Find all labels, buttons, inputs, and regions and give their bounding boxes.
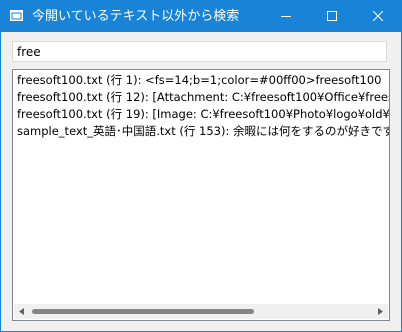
scroll-right-button[interactable]: [373, 304, 388, 319]
maximize-button[interactable]: [309, 1, 355, 32]
list-item[interactable]: freesoft100.txt (行 1): <fs=14;b=1;color=…: [17, 72, 389, 89]
title-bar[interactable]: 今開いているテキスト以外から検索: [1, 1, 401, 32]
minimize-button[interactable]: [263, 1, 309, 32]
close-button[interactable]: [355, 1, 401, 32]
scroll-left-icon: [19, 308, 24, 315]
results-list[interactable]: freesoft100.txt (行 1): <fs=14;b=1;color=…: [12, 69, 390, 321]
app-window-icon: [10, 10, 23, 21]
list-item[interactable]: sample_text_英語･中国語.txt (行 153): 余暇には何をする…: [17, 123, 389, 140]
scroll-left-button[interactable]: [14, 304, 29, 319]
list-item[interactable]: freesoft100.txt (行 12): [Attachment: C:¥…: [17, 89, 389, 106]
maximize-icon: [327, 11, 337, 21]
scroll-thumb[interactable]: [32, 309, 254, 314]
close-icon: [373, 11, 383, 21]
list-item[interactable]: freesoft100.txt (行 19): [Image: C:¥frees…: [17, 106, 389, 123]
result-items: freesoft100.txt (行 1): <fs=14;b=1;color=…: [17, 72, 389, 140]
horizontal-scrollbar[interactable]: [14, 304, 388, 319]
window-title: 今開いているテキスト以外から検索: [32, 9, 240, 24]
search-box: [12, 41, 387, 62]
search-input[interactable]: [13, 42, 386, 61]
search-window: 今開いているテキスト以外から検索 freesoft100.txt (行 1): …: [0, 0, 402, 332]
minimize-icon: [281, 16, 291, 17]
scroll-right-icon: [378, 308, 383, 315]
